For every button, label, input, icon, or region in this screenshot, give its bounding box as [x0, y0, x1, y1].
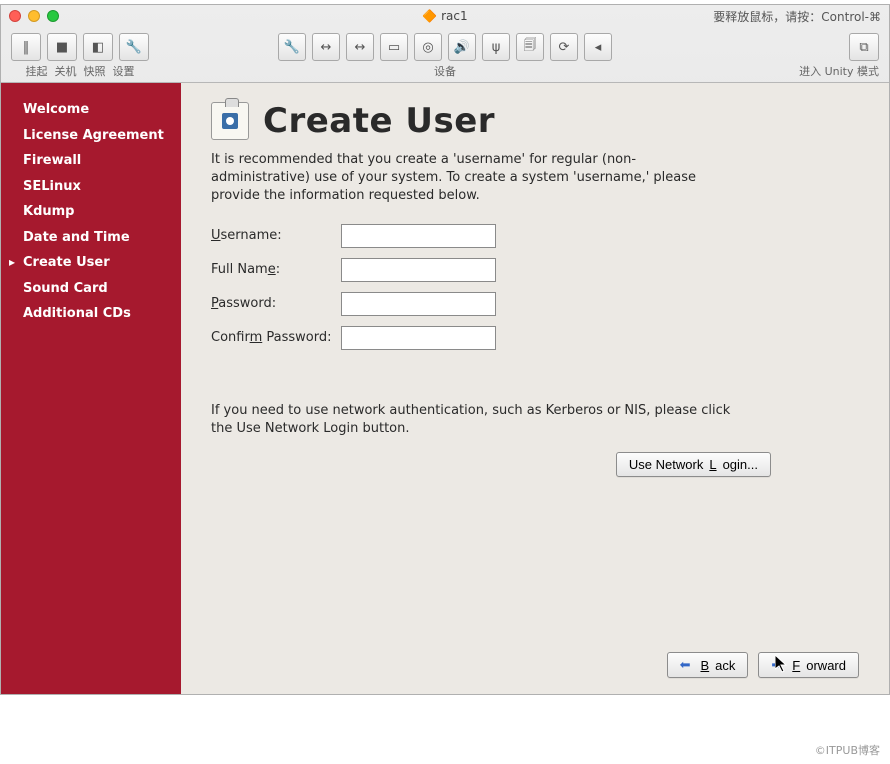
user-icon: [211, 102, 249, 140]
sidebar-item-cds[interactable]: Additional CDs: [1, 301, 181, 327]
titlebar: 🔶 rac1 要释放鼠标，请按：Control-⌘: [1, 5, 889, 27]
window-controls: [9, 10, 59, 22]
confirm-password-input[interactable]: [341, 326, 496, 350]
device-button[interactable]: ⟳: [550, 33, 578, 61]
device-button[interactable]: ↔: [312, 33, 340, 61]
devices-label: 设备: [434, 61, 456, 79]
watermark: ©ITPUB博客: [815, 742, 880, 758]
suspend-label: 挂起: [26, 63, 48, 79]
sidebar-item-datetime[interactable]: Date and Time: [1, 225, 181, 251]
username-input[interactable]: [341, 224, 496, 248]
snapshot-label: 快照: [84, 63, 106, 79]
back-button[interactable]: BBackack: [667, 652, 749, 678]
poweroff-label: 关机: [55, 63, 77, 79]
toolbar-center-group: 🔧 ↔ ↔ ▭ ◎ 🔊 ψ 🗐 ⟳ ◂ 设备: [278, 33, 612, 79]
sidebar-item-create-user[interactable]: Create User: [1, 250, 181, 276]
sidebar-item-sound[interactable]: Sound Card: [1, 276, 181, 302]
arrow-right-icon: [771, 657, 786, 673]
host-toolbar: ‖ ■ ◧ 🔧 挂起 关机 快照 设置 🔧 ↔ ↔ ▭ ◎ 🔊 ψ 🗐: [1, 27, 889, 82]
password-label: Password:: [211, 296, 341, 311]
snapshot-button[interactable]: ◧: [83, 33, 113, 61]
settings-label: 设置: [113, 63, 135, 79]
device-button[interactable]: 🔊: [448, 33, 476, 61]
fullname-input[interactable]: [341, 258, 496, 282]
sidebar-item-selinux[interactable]: SELinux: [1, 174, 181, 200]
guest-content: Welcome License Agreement Firewall SELin…: [1, 82, 889, 694]
device-button[interactable]: ◎: [414, 33, 442, 61]
release-mouse-hint: 要释放鼠标，请按：Control-⌘: [713, 8, 881, 25]
device-button[interactable]: 🗐: [516, 33, 544, 61]
forward-button[interactable]: Forward: [758, 652, 859, 678]
minimize-icon[interactable]: [28, 10, 40, 22]
confirm-label: Confirm Password:: [211, 330, 341, 345]
device-button[interactable]: ψ: [482, 33, 510, 61]
unity-label: 进入 Unity 模式: [799, 61, 879, 79]
device-button[interactable]: ▭: [380, 33, 408, 61]
sidebar-item-kdump[interactable]: Kdump: [1, 199, 181, 225]
nav-buttons: BBackack Forward: [211, 642, 859, 678]
device-button[interactable]: ↔: [346, 33, 374, 61]
username-label: Username:: [211, 228, 341, 243]
sidebar-item-firewall[interactable]: Firewall: [1, 148, 181, 174]
page-title: Create User: [263, 101, 495, 141]
network-login-button[interactable]: Use Network Login...: [616, 452, 771, 477]
suspend-button[interactable]: ‖: [11, 33, 41, 61]
setup-sidebar: Welcome License Agreement Firewall SELin…: [1, 83, 181, 694]
sidebar-item-license[interactable]: License Agreement: [1, 123, 181, 149]
toolbar-right-group: ⧉ 进入 Unity 模式: [799, 33, 879, 79]
description-text: It is recommended that you create a 'use…: [211, 151, 721, 206]
zoom-icon[interactable]: [47, 10, 59, 22]
vm-window: 🔶 rac1 要释放鼠标，请按：Control-⌘ ‖ ■ ◧ 🔧 挂起 关机 …: [0, 4, 890, 695]
device-button[interactable]: ◂: [584, 33, 612, 61]
toolbar-left-group: ‖ ■ ◧ 🔧 挂起 关机 快照 设置: [11, 33, 149, 79]
arrow-left-icon: [680, 657, 695, 673]
settings-button[interactable]: 🔧: [119, 33, 149, 61]
main-panel: Create User It is recommended that you c…: [181, 83, 889, 694]
network-login-text: If you need to use network authenticatio…: [211, 402, 731, 438]
password-input[interactable]: [341, 292, 496, 316]
unity-button[interactable]: ⧉: [849, 33, 879, 61]
sidebar-item-welcome[interactable]: Welcome: [1, 97, 181, 123]
poweroff-button[interactable]: ■: [47, 33, 77, 61]
fullname-label: Full Name:: [211, 262, 341, 277]
device-button[interactable]: 🔧: [278, 33, 306, 61]
close-icon[interactable]: [9, 10, 21, 22]
